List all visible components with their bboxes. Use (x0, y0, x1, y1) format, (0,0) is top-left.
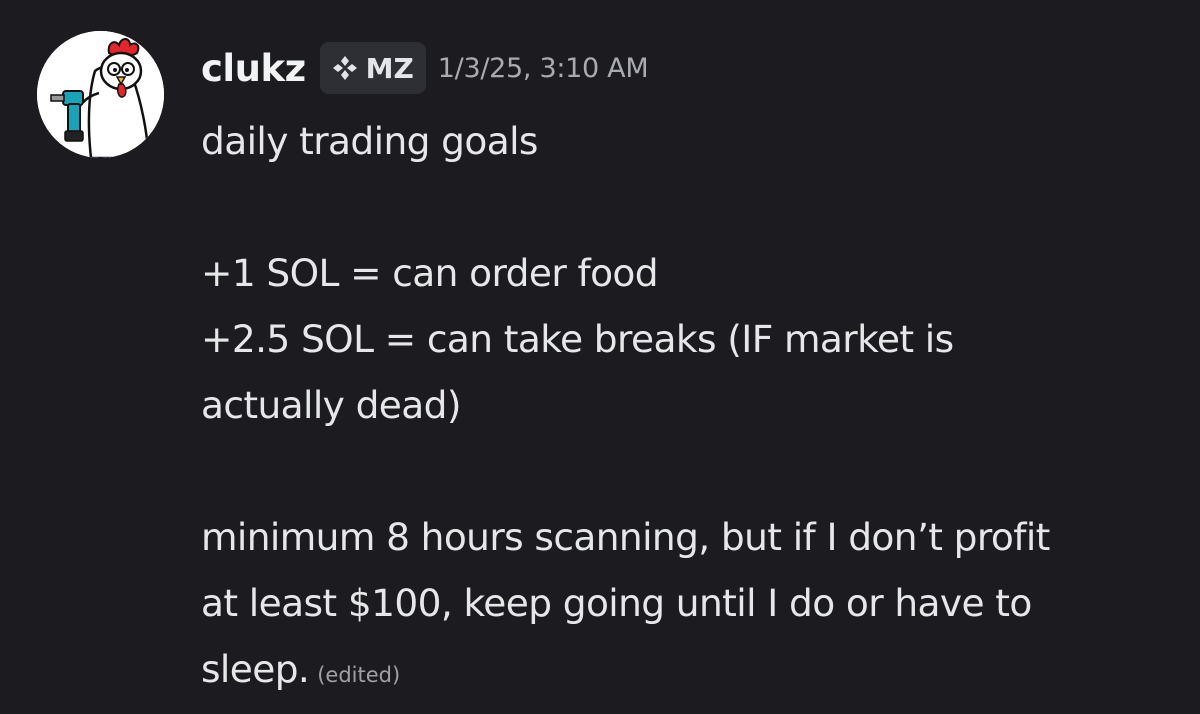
message-line: minimum 8 hours scanning, but if I don’t… (201, 515, 1050, 559)
server-tag-label: MZ (365, 51, 414, 85)
avatar[interactable] (37, 31, 164, 158)
message-line: sleep. (201, 647, 310, 691)
message-last-line: sleep. (edited) (201, 636, 1191, 702)
rooster-avatar-icon (37, 31, 164, 158)
message-line: at least $100, keep going until I do or … (201, 581, 1032, 625)
message-line: +2.5 SOL = can take breaks (IF market is (201, 317, 954, 361)
message-line: +1 SOL = can order food (201, 251, 659, 295)
edited-label: (edited) (317, 663, 401, 687)
timestamp[interactable]: 1/3/25, 3:10 AM (438, 53, 649, 84)
username[interactable]: clukz (201, 47, 306, 90)
message-header: clukz MZ 1/3/25, 3:10 AM (201, 38, 649, 98)
diamond-cluster-icon (332, 56, 357, 80)
message-line: daily trading goals (201, 119, 538, 163)
message-line: actually dead) (201, 383, 461, 427)
server-tag[interactable]: MZ (319, 42, 426, 94)
message-content: daily trading goals +1 SOL = can order f… (201, 108, 1191, 702)
chat-message: clukz MZ 1/3/25, 3:10 AM daily trading g… (0, 0, 1200, 714)
